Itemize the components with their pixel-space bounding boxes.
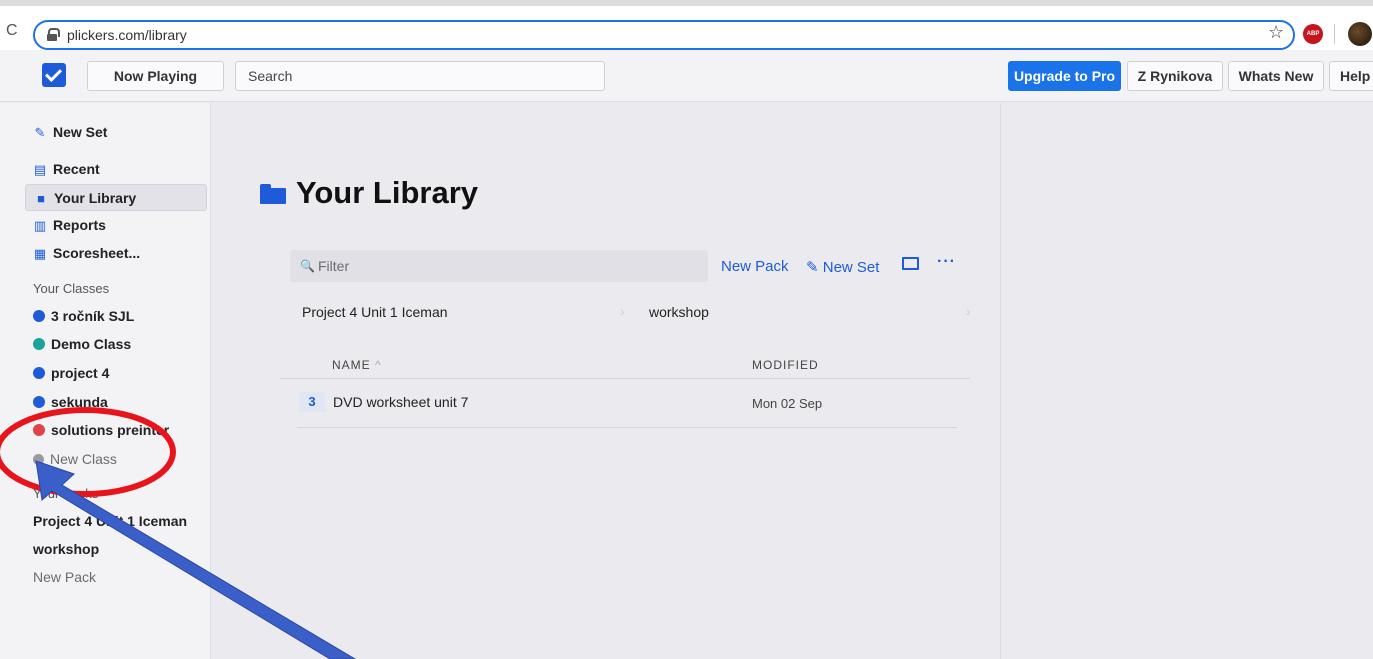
edit-icon: ✎ (806, 259, 823, 276)
question-count-badge: 3 (299, 392, 325, 412)
whats-new-button[interactable]: Whats New (1228, 61, 1324, 91)
chevron-right-icon: › (620, 303, 625, 319)
new-pack-button[interactable]: New Pack (721, 258, 789, 275)
plus-circle-icon (33, 454, 44, 465)
new-folder-icon[interactable] (902, 257, 919, 270)
star-icon[interactable]: ☆ (1268, 22, 1284, 43)
sidebar-item-your-library[interactable]: ■ Your Library (25, 184, 207, 211)
new-class-button[interactable]: New Class (33, 451, 117, 467)
sidebar-item-label: Recent (53, 161, 100, 177)
grid-icon: ▦ (33, 246, 47, 261)
reports-icon: ▥ (33, 218, 47, 233)
pack-tile[interactable]: workshop (649, 304, 709, 320)
lock-icon (47, 28, 60, 41)
class-item[interactable]: sekunda (33, 394, 108, 410)
new-set-button[interactable]: ✎ New Set (806, 258, 879, 276)
new-pack-sidebar-button[interactable]: New Pack (33, 569, 96, 585)
class-color-dot (33, 310, 45, 322)
folder-icon: ■ (37, 191, 45, 206)
pack-tile[interactable]: Project 4 Unit 1 Iceman (302, 304, 448, 320)
detail-panel (1002, 103, 1373, 659)
class-item[interactable]: Demo Class (33, 336, 131, 352)
adblock-icon[interactable]: ABP (1303, 24, 1323, 44)
filter-input[interactable]: 🔍 Filter (290, 250, 708, 282)
library-panel: Your Library 🔍 Filter New Pack ✎ New Set… (212, 103, 1001, 659)
class-item[interactable]: solutions preinter (33, 422, 169, 438)
column-header-modified[interactable]: MODIFIED (752, 358, 819, 372)
sidebar-item-label: New Set (53, 124, 108, 140)
class-color-dot (33, 424, 45, 436)
page-title: Your Library (260, 175, 478, 211)
pack-item[interactable]: Project 4 Unit 1 Iceman (33, 513, 187, 529)
extension-avatar[interactable] (1348, 22, 1372, 46)
address-bar[interactable]: plickers.com/library (33, 20, 1295, 50)
row-divider (297, 427, 957, 428)
browser-toolbar: C plickers.com/library ☆ ABP (0, 0, 1373, 50)
set-name[interactable]: DVD worksheet unit 7 (333, 394, 468, 410)
class-color-dot (33, 367, 45, 379)
folder-icon (260, 184, 286, 204)
sort-icon: ^ (375, 358, 382, 372)
logo-check-icon[interactable] (42, 63, 66, 87)
sidebar-item-reports[interactable]: ▥ Reports (25, 212, 207, 239)
set-modified-date: Mon 02 Sep (752, 396, 823, 411)
sidebar-item-new-set[interactable]: ✎ New Set (25, 119, 207, 146)
sidebar-item-label: Reports (53, 217, 106, 233)
app-header: Now Playing Search Upgrade to Pro Z Ryni… (0, 50, 1373, 102)
sidebar-item-scoresheet[interactable]: ▦ Scoresheet... (25, 240, 207, 267)
sidebar-item-label: Scoresheet... (53, 245, 141, 261)
class-item[interactable]: 3 ročník SJL (33, 308, 134, 324)
sidebar: ✎ New Set ▤ Recent ■ Your Library ▥ Reports … (0, 103, 211, 659)
class-color-dot (33, 396, 45, 408)
recent-icon: ▤ (33, 162, 47, 177)
user-menu-button[interactable]: Z Rynikova (1127, 61, 1223, 91)
toolbar-divider (1334, 24, 1335, 44)
column-header-name[interactable]: NAME ^ (332, 358, 382, 372)
reload-icon[interactable]: C (6, 22, 18, 40)
more-icon[interactable]: ··· (937, 253, 956, 271)
sidebar-item-recent[interactable]: ▤ Recent (25, 156, 207, 183)
help-button[interactable]: Help (1329, 61, 1373, 91)
now-playing-button[interactable]: Now Playing (87, 61, 224, 91)
pack-item[interactable]: workshop (33, 541, 99, 557)
search-input[interactable]: Search (235, 61, 605, 91)
edit-icon: ✎ (34, 125, 46, 140)
table-header-divider (280, 378, 970, 379)
chevron-right-icon: › (966, 303, 971, 319)
search-icon: 🔍 (300, 259, 315, 273)
url-text: plickers.com/library (67, 27, 187, 43)
sidebar-item-label: Your Library (54, 190, 137, 206)
classes-section-label: Your Classes (33, 281, 110, 296)
class-color-dot (33, 338, 45, 350)
class-item[interactable]: project 4 (33, 365, 109, 381)
upgrade-button[interactable]: Upgrade to Pro (1008, 61, 1121, 91)
packs-section-label: Your Packs (33, 486, 99, 501)
